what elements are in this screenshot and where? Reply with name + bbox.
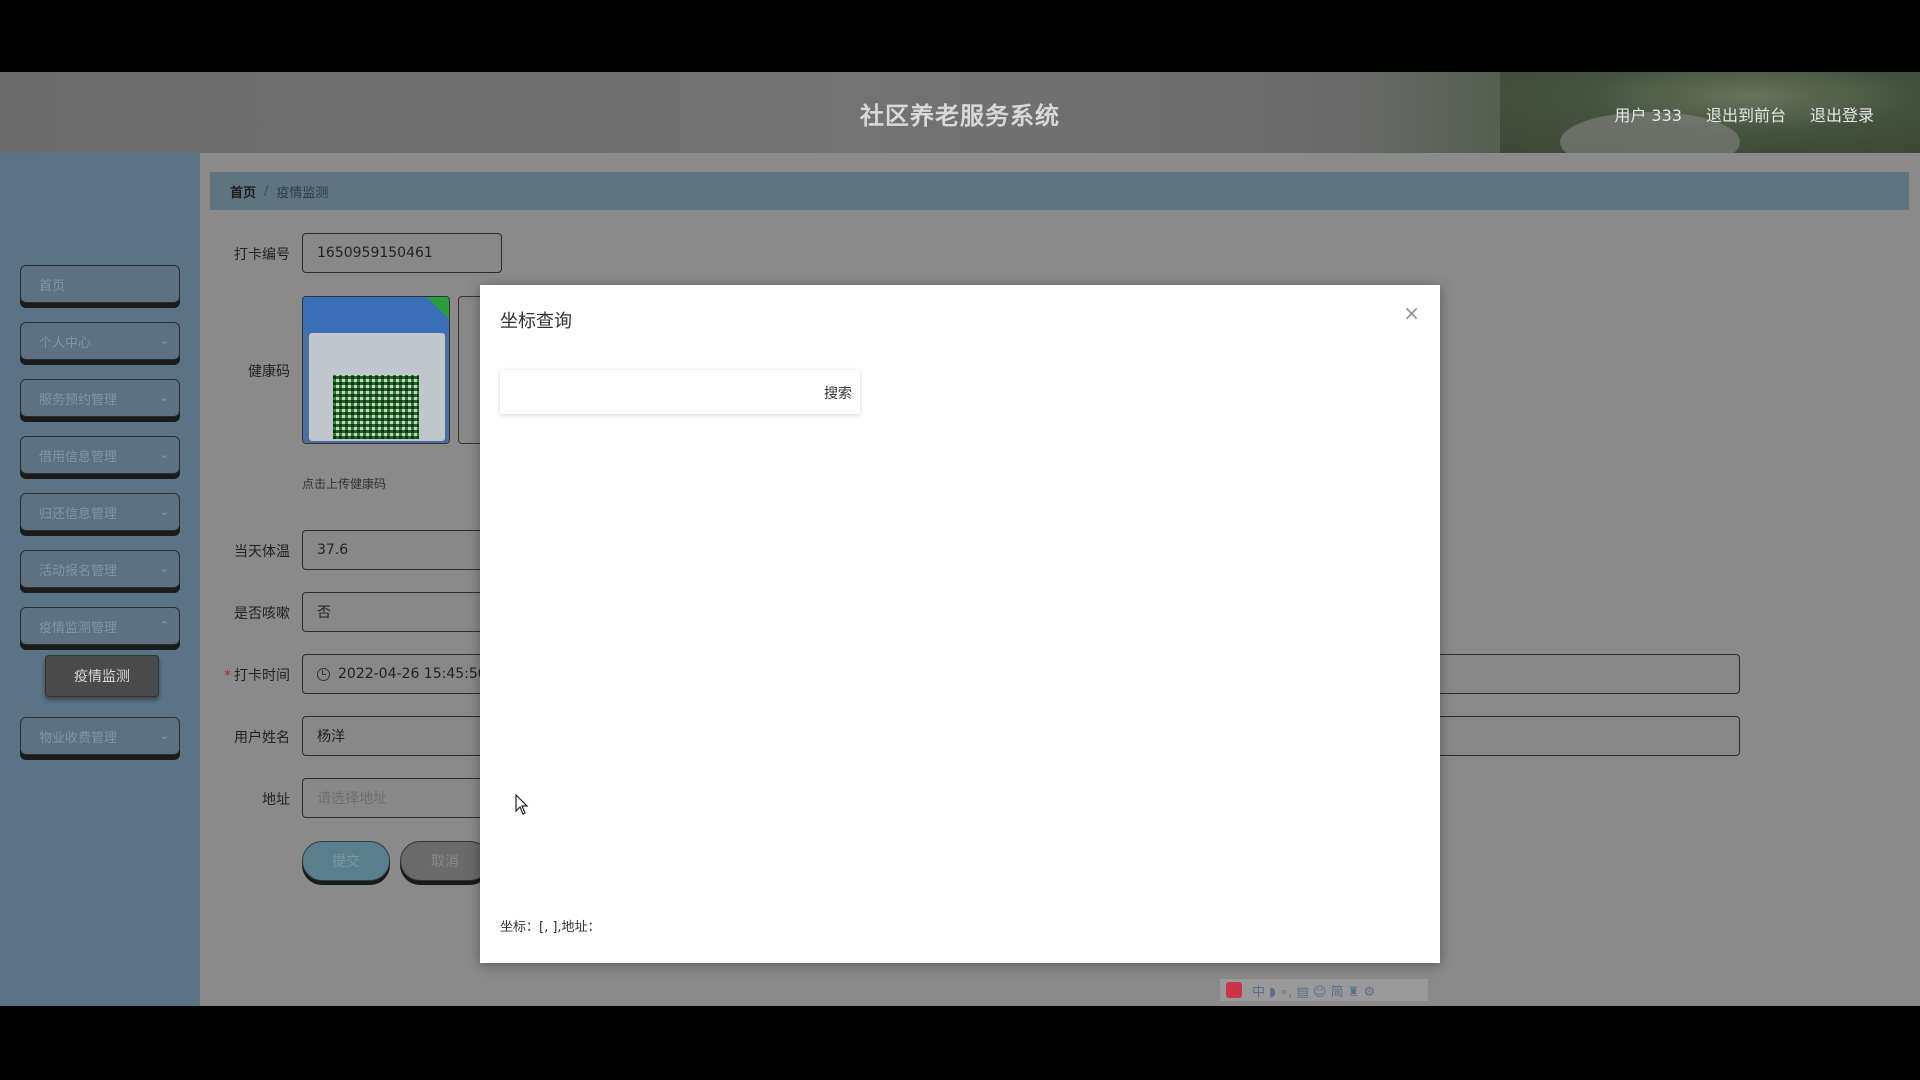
temperature-input[interactable]: 37.6 <box>302 530 502 570</box>
logout-link[interactable]: 退出登录 <box>1810 102 1874 126</box>
coordinate-readout: 坐标：[, ],地址： <box>500 920 601 935</box>
back-to-front-link[interactable]: 退出到前台 <box>1706 102 1786 126</box>
temperature-label: 当天体温 <box>234 544 290 560</box>
sidebar-item-label: 疫情监测管理 <box>39 620 118 636</box>
sidebar-item-home[interactable]: 首页 <box>20 265 180 303</box>
address-label: 地址 <box>262 792 290 808</box>
breadcrumb-home[interactable]: 首页 <box>230 182 256 201</box>
map-search-input[interactable] <box>500 370 800 414</box>
checkin-time-label: * 打卡时间 <box>200 665 290 685</box>
map-search-button[interactable]: 搜索 <box>824 383 852 403</box>
username-label: 用户姓名 <box>234 730 290 746</box>
sidebar-item-label: 个人中心 <box>39 335 92 351</box>
sidebar-item-return-info[interactable]: 归还信息管理 ⌄ <box>20 493 180 531</box>
ime-glyphs: 中 ◗ ∘, ▤ ☺ 简 ♜ ⚙ <box>1252 984 1376 1000</box>
checkin-no-input[interactable]: 1650959150461 <box>302 233 502 273</box>
mouse-cursor-icon <box>515 794 529 815</box>
map-search-box: 搜索 <box>500 370 860 414</box>
health-code-label: 健康码 <box>248 364 290 380</box>
sidebar-item-label: 借用信息管理 <box>39 449 118 465</box>
letterbox-top <box>0 0 1920 72</box>
sidebar-item-property-fee[interactable]: 物业收费管理 ⌄ <box>20 717 180 755</box>
submenu-item-epidemic-monitor[interactable]: 疫情监测 <box>45 655 159 697</box>
breadcrumb: 首页 / 疫情监测 <box>210 172 1909 210</box>
required-mark: * <box>224 668 231 684</box>
sidebar-item-personal-center[interactable]: 个人中心 ⌄ <box>20 322 180 360</box>
qr-code-icon <box>333 375 419 439</box>
address-input[interactable]: 请选择地址 <box>302 778 502 818</box>
cancel-button[interactable]: 取消 <box>400 841 490 881</box>
check-icon <box>427 297 449 319</box>
health-code-image[interactable] <box>302 296 450 444</box>
chevron-down-icon: ⌄ <box>159 562 169 575</box>
user-label: 用户 333 <box>1614 106 1682 125</box>
cough-label: 是否咳嗽 <box>234 606 290 622</box>
sidebar-item-service-booking[interactable]: 服务预约管理 ⌄ <box>20 379 180 417</box>
header-links: 用户 333 退出到前台 退出登录 <box>1614 102 1874 126</box>
breadcrumb-current: 疫情监测 <box>276 185 329 201</box>
sidebar-item-activity-signup[interactable]: 活动报名管理 ⌄ <box>20 550 180 588</box>
sidebar-item-label: 归还信息管理 <box>39 506 118 522</box>
chevron-down-icon: ⌄ <box>159 729 169 742</box>
letterbox-bottom <box>0 1006 1920 1080</box>
cough-input[interactable]: 否 <box>302 592 502 632</box>
chevron-up-icon: ⌃ <box>159 619 169 632</box>
checkin-time-value: 2022-04-26 15:45:50 <box>338 666 487 682</box>
checkin-no-label: 打卡编号 <box>234 247 290 263</box>
upload-hint: 点击上传健康码 <box>302 477 387 491</box>
chevron-down-icon: ⌄ <box>159 505 169 518</box>
dialog-title: 坐标查询 <box>500 311 572 332</box>
close-icon[interactable]: × <box>1403 301 1420 325</box>
sidebar-item-epidemic-monitor[interactable]: 疫情监测管理 ⌃ <box>20 607 180 645</box>
sidebar-item-label: 服务预约管理 <box>39 392 118 408</box>
chevron-down-icon: ⌄ <box>159 334 169 347</box>
ime-logo-icon <box>1226 982 1242 998</box>
chevron-down-icon: ⌄ <box>159 448 169 461</box>
app-window: 社区养老服务系统 用户 333 退出到前台 退出登录 首页 个人中心 ⌄ 服务预… <box>0 72 1920 1006</box>
sidebar-item-label: 物业收费管理 <box>39 730 118 746</box>
sidebar-item-label: 活动报名管理 <box>39 563 118 579</box>
ime-toolbar[interactable]: 中 ◗ ∘, ▤ ☺ 简 ♜ ⚙ <box>1220 979 1428 1001</box>
checkin-time-label-text: 打卡时间 <box>234 668 290 684</box>
breadcrumb-separator: / <box>264 183 269 199</box>
submit-button[interactable]: 提交 <box>302 841 390 881</box>
chevron-down-icon: ⌄ <box>159 391 169 404</box>
sidebar: 首页 个人中心 ⌄ 服务预约管理 ⌄ 借用信息管理 ⌄ 归还信息管理 ⌄ 活动报… <box>0 153 200 1006</box>
sidebar-item-label: 首页 <box>39 278 66 294</box>
clock-icon <box>317 667 330 681</box>
coordinate-query-dialog: 坐标查询 × 搜索 坐标：[, ],地址： <box>480 285 1440 963</box>
header: 社区养老服务系统 用户 333 退出到前台 退出登录 <box>0 72 1920 172</box>
sidebar-item-borrow-info[interactable]: 借用信息管理 ⌄ <box>20 436 180 474</box>
